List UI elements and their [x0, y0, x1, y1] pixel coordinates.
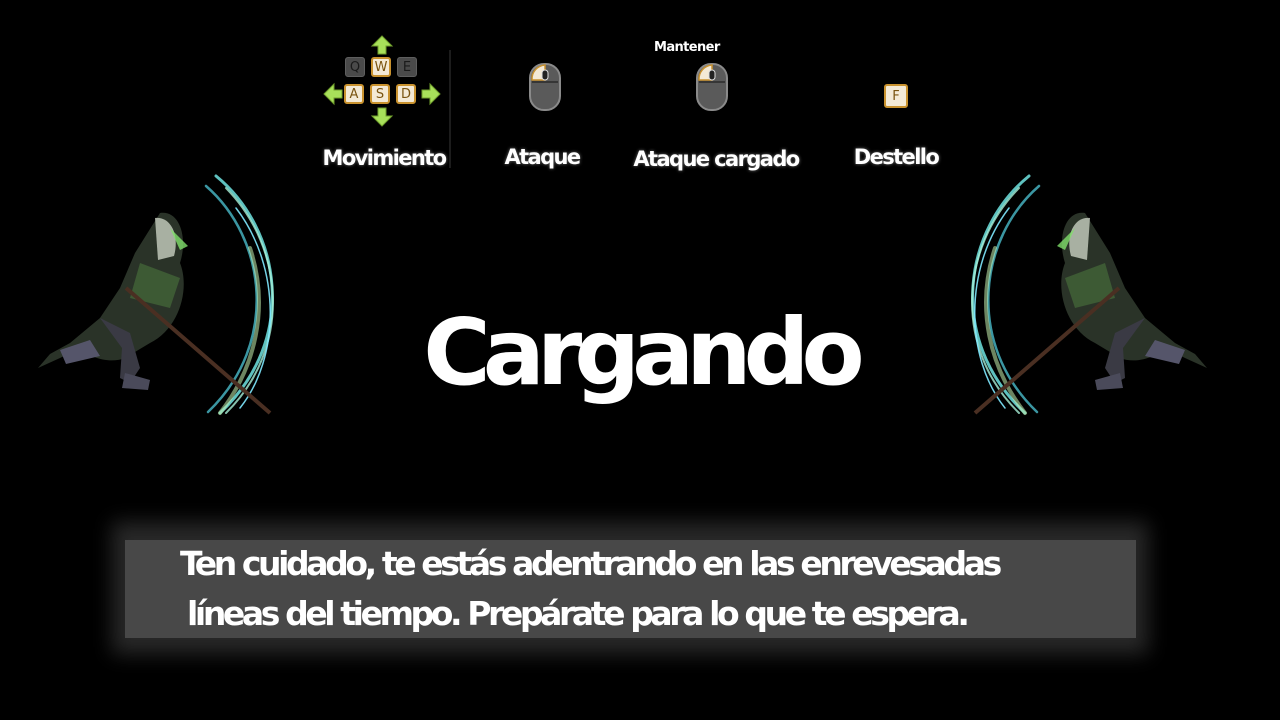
- key-q: Q: [345, 57, 365, 77]
- key-f: F: [884, 84, 908, 108]
- flash-label: Destello: [853, 145, 940, 169]
- key-s: S: [370, 84, 390, 104]
- mouse-hold-click-icon: [696, 63, 728, 111]
- hold-label: Mantener: [654, 40, 720, 55]
- key-e: E: [397, 57, 417, 77]
- controls-divider: [449, 50, 451, 168]
- charged-attack-label: Ataque cargado: [633, 147, 800, 171]
- loading-title: Cargando: [423, 299, 864, 406]
- key-w: W: [371, 57, 391, 77]
- key-d: D: [396, 84, 416, 104]
- mouse-left-click-icon: [529, 63, 561, 111]
- green-direction-arrows-icon: [323, 35, 441, 127]
- tip-text-line-2: líneas del tiempo. Prepárate para lo que…: [187, 594, 970, 633]
- attack-label: Ataque: [504, 145, 581, 169]
- movement-label: Movimiento: [322, 146, 448, 170]
- key-a: A: [344, 84, 364, 104]
- loading-screen: Q W E A S D Movimiento Ataque Mantener A…: [0, 0, 1280, 720]
- tip-text-line-1: Ten cuidado, te estás adentrando en las …: [180, 544, 1002, 583]
